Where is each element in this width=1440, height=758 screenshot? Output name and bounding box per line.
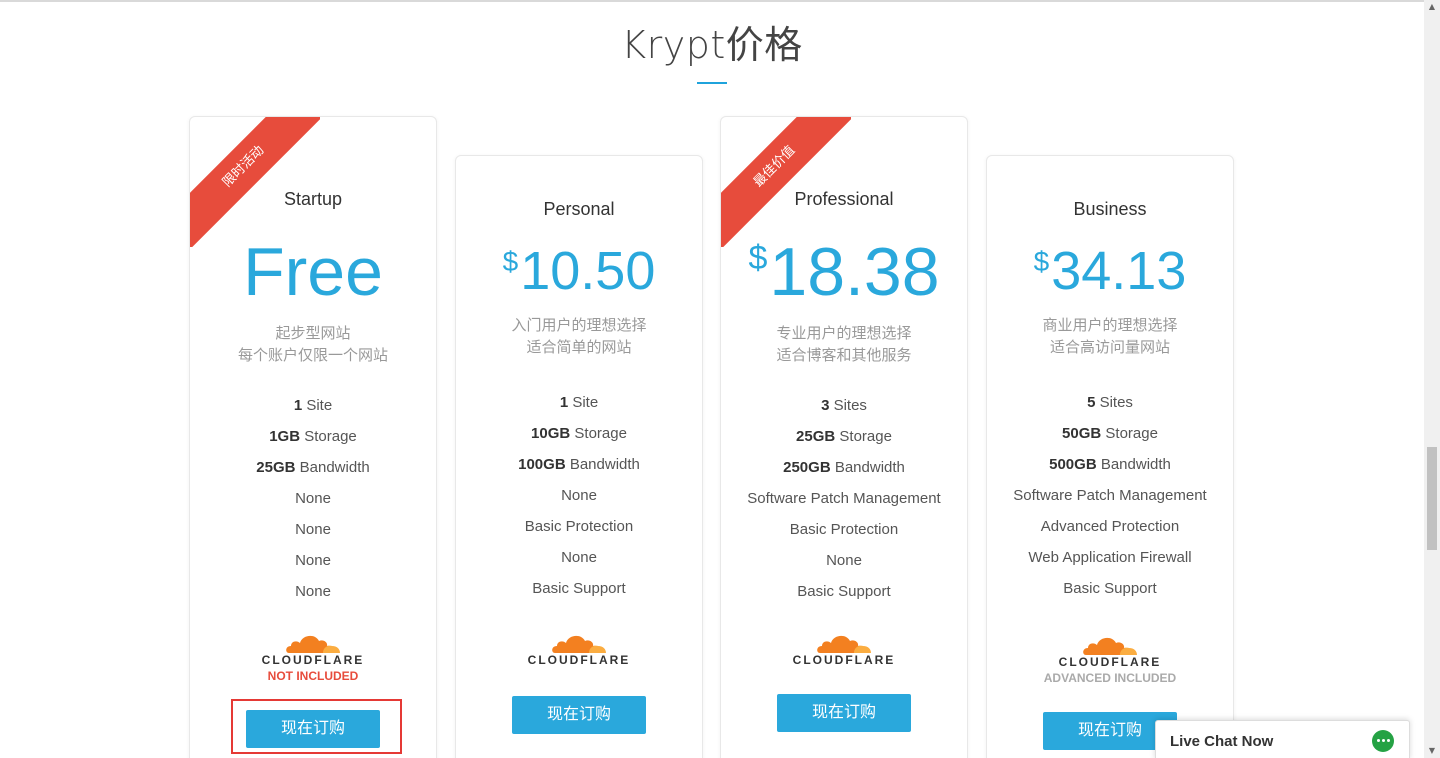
cloudflare-cloud-icon xyxy=(817,635,871,653)
feature-sites: 1 Site xyxy=(559,394,599,411)
feature-sites: 3 Sites xyxy=(821,397,867,414)
order-button-professional[interactable]: 现在订购 xyxy=(777,694,911,732)
scrollbar-thumb[interactable] xyxy=(1427,447,1437,550)
feature-protection: Basic Protection xyxy=(524,518,634,535)
scroll-up-arrow-icon[interactable]: ▲ xyxy=(1424,0,1440,14)
price-amount: Free xyxy=(243,234,383,310)
desc-line-2: 适合高访问量网站 xyxy=(1049,338,1170,356)
feature-bandwidth: 500GB Bandwidth xyxy=(1049,456,1171,473)
feature-patch: None xyxy=(295,490,331,507)
desc-line-1: 专业用户的理想选择 xyxy=(776,324,912,342)
title-underline xyxy=(697,82,727,84)
plan-description: 商业用户的理想选择 适合高访问量网站 xyxy=(987,314,1233,358)
feature-protection: Basic Protection xyxy=(789,521,899,538)
live-chat-widget[interactable]: Live Chat Now xyxy=(1155,720,1410,758)
top-divider xyxy=(0,0,1424,2)
cloudflare-cloud-icon xyxy=(1083,637,1137,655)
feature-patch: Software Patch Management xyxy=(747,490,941,507)
desc-line-1: 起步型网站 xyxy=(275,324,351,342)
cloudflare-wordmark: CLOUDFLARE xyxy=(1058,655,1162,669)
plan-description: 专业用户的理想选择 适合博客和其他服务 xyxy=(721,322,967,366)
cloudflare-badge: CLOUDFLARE ADVANCED INCLUDED xyxy=(987,633,1233,685)
plan-card-business: Business $34.13 商业用户的理想选择 适合高访问量网站 5 Sit… xyxy=(986,155,1234,758)
feature-firewall: None xyxy=(561,549,597,566)
plan-description: 起步型网站 每个账户仅限一个网站 xyxy=(190,322,436,366)
plan-price: Free xyxy=(190,233,436,311)
plan-card-professional: 最佳价值 Professional $18.38 专业用户的理想选择 适合博客和… xyxy=(720,116,968,758)
cloudflare-badge: CLOUDFLARE xyxy=(721,631,967,667)
cloudflare-wordmark: CLOUDFLARE xyxy=(527,653,631,667)
feature-bandwidth: 100GB Bandwidth xyxy=(518,456,640,473)
ribbon-label: 限时活动 xyxy=(190,117,320,247)
desc-line-2: 适合博客和其他服务 xyxy=(776,346,912,364)
scroll-down-arrow-icon[interactable]: ▼ xyxy=(1424,744,1440,758)
plan-name: Professional xyxy=(794,189,894,209)
feature-protection: None xyxy=(295,521,331,538)
ribbon: 最佳价值 xyxy=(721,117,851,247)
cloudflare-cloud-icon xyxy=(552,635,606,653)
plan-price: $34.13 xyxy=(987,240,1233,302)
feature-support: Basic Support xyxy=(797,583,891,600)
order-button-personal[interactable]: 现在订购 xyxy=(512,696,646,734)
cloudflare-badge: CLOUDFLARE xyxy=(456,631,702,667)
feature-list: 3 Sites 25GB Storage 250GB Bandwidth Sof… xyxy=(721,390,967,607)
page-scrollbar[interactable]: ▲ ▼ xyxy=(1424,0,1440,758)
desc-line-1: 商业用户的理想选择 xyxy=(1042,316,1178,334)
chat-bubble-icon[interactable] xyxy=(1372,730,1394,752)
desc-line-2: 每个账户仅限一个网站 xyxy=(237,346,388,364)
feature-support: None xyxy=(295,583,331,600)
feature-storage: 25GB Storage xyxy=(796,428,892,445)
highlight-box xyxy=(231,699,402,754)
plan-card-personal: Personal $10.50 入门用户的理想选择 适合简单的网站 1 Site… xyxy=(455,155,703,758)
cloudflare-badge: CLOUDFLARE NOT INCLUDED xyxy=(190,631,436,683)
cloudflare-wordmark: CLOUDFLARE xyxy=(792,653,896,667)
feature-protection: Advanced Protection xyxy=(1040,518,1180,535)
desc-line-1: 入门用户的理想选择 xyxy=(511,316,647,334)
feature-bandwidth: 25GB Bandwidth xyxy=(256,459,370,476)
price-amount: 10.50 xyxy=(520,241,656,301)
feature-storage: 50GB Storage xyxy=(1062,425,1158,442)
plan-price: $10.50 xyxy=(456,240,702,302)
price-amount: 34.13 xyxy=(1051,241,1187,301)
page-title: Krypt价格 xyxy=(621,23,803,67)
feature-support: Basic Support xyxy=(532,580,626,597)
feature-storage: 10GB Storage xyxy=(531,425,627,442)
feature-patch: None xyxy=(561,487,597,504)
ribbon-label: 最佳价值 xyxy=(721,117,851,247)
feature-storage: 1GB Storage xyxy=(269,428,357,445)
ribbon: 限时活动 xyxy=(190,117,320,247)
cloudflare-cloud-icon xyxy=(286,635,340,653)
desc-line-2: 适合简单的网站 xyxy=(526,338,632,356)
plan-name: Business xyxy=(1073,199,1147,219)
feature-support: Basic Support xyxy=(1063,580,1157,597)
plan-name: Personal xyxy=(543,199,615,219)
price-currency: $ xyxy=(748,239,768,277)
feature-list: 1 Site 10GB Storage 100GB Bandwidth None… xyxy=(456,387,702,604)
feature-sites: 5 Sites xyxy=(1087,394,1133,411)
feature-firewall: None xyxy=(295,552,331,569)
price-currency: $ xyxy=(502,246,519,277)
cloudflare-note: ADVANCED INCLUDED xyxy=(1043,671,1177,685)
price-currency: $ xyxy=(1033,246,1050,277)
plan-price: $18.38 xyxy=(721,233,967,311)
live-chat-label[interactable]: Live Chat Now xyxy=(1170,733,1273,750)
price-amount: 18.38 xyxy=(769,234,940,310)
feature-list: 1 Site 1GB Storage 25GB Bandwidth None N… xyxy=(190,390,436,607)
feature-list: 5 Sites 50GB Storage 500GB Bandwidth Sof… xyxy=(987,387,1233,604)
plan-description: 入门用户的理想选择 适合简单的网站 xyxy=(456,314,702,358)
cloudflare-note: NOT INCLUDED xyxy=(267,669,359,683)
feature-patch: Software Patch Management xyxy=(1013,487,1207,504)
feature-sites: 1 Site xyxy=(293,397,333,414)
cloudflare-wordmark: CLOUDFLARE xyxy=(261,653,365,667)
feature-bandwidth: 250GB Bandwidth xyxy=(783,459,905,476)
feature-firewall: None xyxy=(826,552,862,569)
plan-name: Startup xyxy=(283,189,343,209)
feature-firewall: Web Application Firewall xyxy=(1028,549,1192,566)
plan-card-startup: 限时活动 Startup Free 起步型网站 每个账户仅限一个网站 1 Sit… xyxy=(189,116,437,758)
